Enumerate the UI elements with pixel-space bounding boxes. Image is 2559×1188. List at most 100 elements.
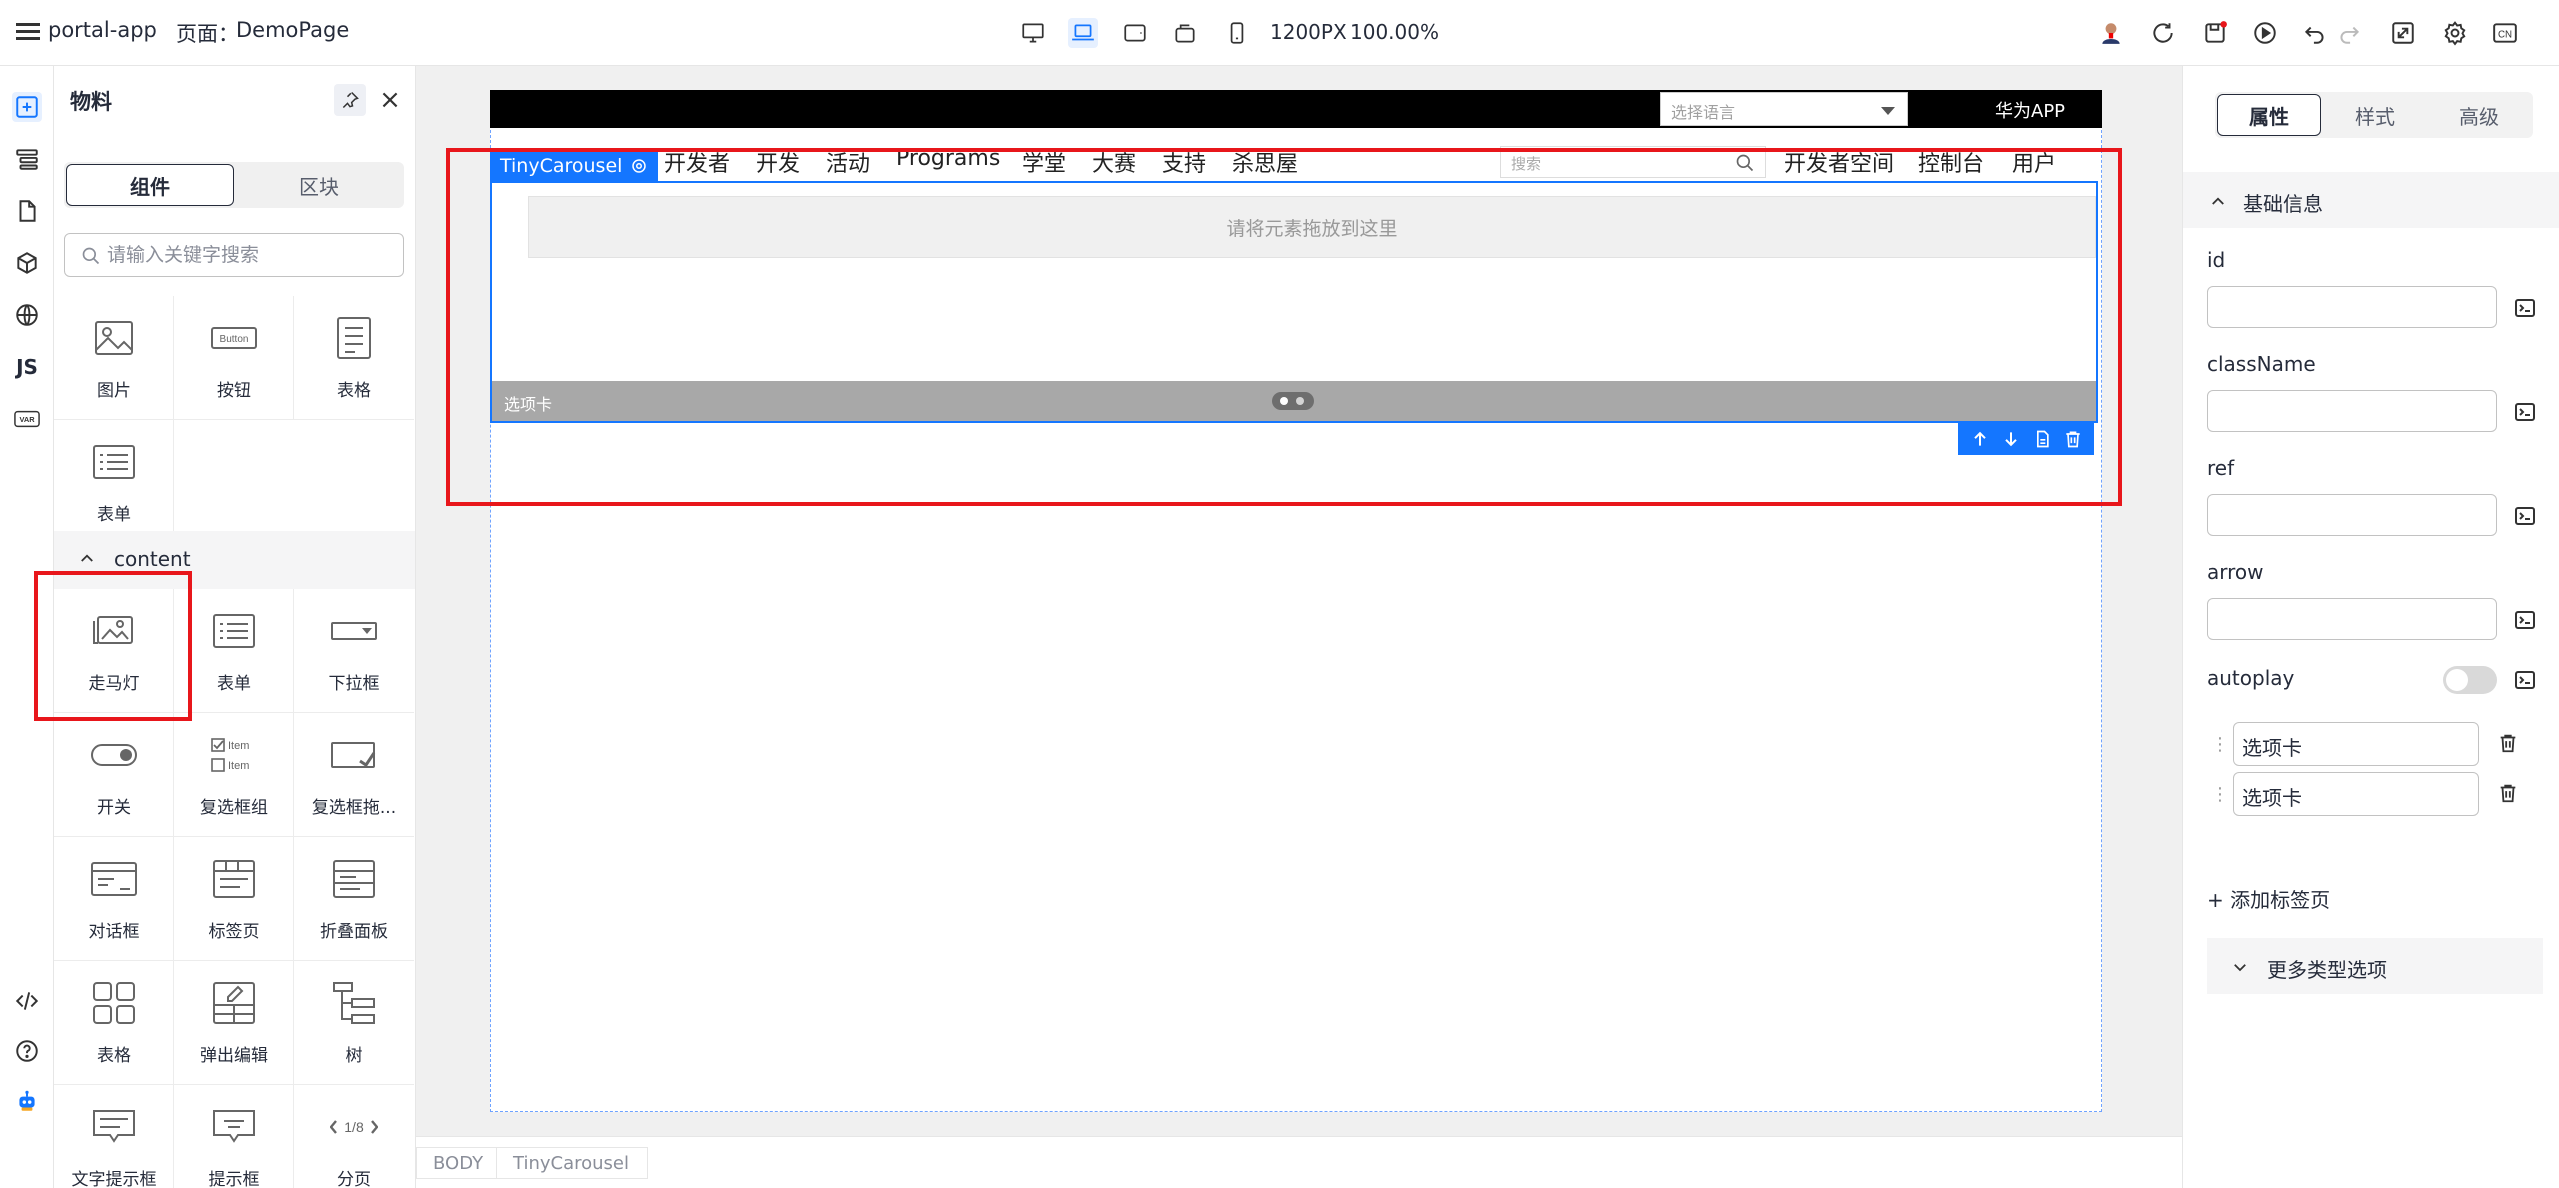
tab-item-input[interactable]: 选项卡 bbox=[2233, 722, 2479, 766]
more-options-section[interactable]: 更多类型选项 bbox=[2207, 938, 2543, 994]
checkbox-group-icon: Item Item bbox=[210, 731, 258, 779]
page-file-icon[interactable] bbox=[12, 196, 42, 226]
tablet-rotate-icon[interactable] bbox=[1170, 18, 1200, 48]
bind-variable-icon[interactable] bbox=[2513, 504, 2537, 528]
add-tab-button[interactable]: + 添加标签页 bbox=[2207, 884, 2330, 913]
tab-advanced[interactable]: 高级 bbox=[2427, 94, 2531, 136]
svg-text:VAR: VAR bbox=[19, 415, 35, 424]
tab-properties[interactable]: 属性 bbox=[2217, 94, 2321, 136]
top-toolbar: portal-app 页面： DemoPage 1200PX 100.00% C… bbox=[0, 0, 2559, 66]
undo-icon[interactable] bbox=[2300, 18, 2330, 48]
checkbox-icon-text: Item bbox=[228, 760, 249, 772]
popup-edit-icon bbox=[210, 979, 258, 1027]
bind-variable-icon[interactable] bbox=[2513, 668, 2537, 692]
desktop-view-icon[interactable] bbox=[1018, 18, 1048, 48]
menu-icon[interactable] bbox=[16, 20, 40, 44]
chevron-up-icon bbox=[81, 554, 93, 562]
preview-play-icon[interactable] bbox=[2250, 18, 2280, 48]
add-component-icon[interactable] bbox=[12, 92, 42, 122]
field-label-ref: ref bbox=[2207, 456, 2235, 480]
component-label: 标签页 bbox=[208, 922, 260, 942]
block-cube-icon[interactable] bbox=[12, 248, 42, 278]
component-checkbox-drag[interactable]: 复选框拖... bbox=[294, 713, 414, 837]
save-icon[interactable] bbox=[2200, 18, 2230, 48]
robot-ai-icon[interactable] bbox=[12, 1086, 42, 1116]
section-basic-info[interactable]: 基础信息 bbox=[2183, 172, 2559, 228]
component-button[interactable]: Button 按钮 bbox=[174, 296, 294, 420]
page-name[interactable]: DemoPage bbox=[236, 18, 349, 42]
redo-icon[interactable] bbox=[2334, 18, 2364, 48]
language-toggle-icon[interactable]: CN bbox=[2490, 18, 2520, 48]
chevron-up-icon bbox=[2212, 197, 2224, 205]
field-label-arrow: arrow bbox=[2207, 560, 2264, 584]
code-icon[interactable] bbox=[12, 986, 42, 1016]
dropdown-icon bbox=[330, 607, 378, 655]
component-popeditor[interactable]: 弹出编辑 bbox=[174, 961, 294, 1085]
tab-blocks[interactable]: 区块 bbox=[236, 164, 402, 206]
checkbox-icon-text: Item bbox=[228, 740, 249, 752]
js-script-icon[interactable]: JS bbox=[12, 352, 42, 382]
canvas-width[interactable]: 1200PX bbox=[1270, 20, 1347, 44]
search-input[interactable] bbox=[107, 240, 397, 272]
language-code: CN bbox=[2498, 29, 2512, 40]
autoplay-toggle[interactable] bbox=[2443, 666, 2497, 694]
component-grid[interactable]: 表格 bbox=[54, 961, 174, 1085]
tab-styles[interactable]: 样式 bbox=[2323, 94, 2427, 136]
avatar[interactable] bbox=[2096, 18, 2126, 48]
outline-tree-icon[interactable] bbox=[12, 144, 42, 174]
tab-components[interactable]: 组件 bbox=[66, 164, 234, 206]
delete-icon[interactable] bbox=[2497, 732, 2519, 754]
zoom-level[interactable]: 100.00% bbox=[1350, 20, 1439, 44]
component-pager[interactable]: 1/8 分页 bbox=[294, 1085, 414, 1188]
dialog-icon bbox=[90, 855, 138, 903]
component-label: 表单 bbox=[217, 674, 251, 694]
pin-icon[interactable] bbox=[334, 84, 366, 116]
breadcrumb-item[interactable]: TinyCarousel bbox=[496, 1147, 648, 1179]
help-icon[interactable] bbox=[12, 1036, 42, 1066]
id-input[interactable] bbox=[2207, 286, 2497, 328]
tree-icon bbox=[330, 979, 378, 1027]
fullscreen-icon[interactable] bbox=[2388, 18, 2418, 48]
component-tree[interactable]: 树 bbox=[294, 961, 414, 1085]
component-label: 复选框组 bbox=[200, 798, 268, 818]
switch-icon bbox=[90, 731, 138, 779]
component-form[interactable]: 表单 bbox=[54, 420, 174, 544]
image-icon bbox=[90, 314, 138, 362]
component-collapse[interactable]: 折叠面板 bbox=[294, 837, 414, 961]
globe-i18n-icon[interactable] bbox=[12, 300, 42, 330]
bind-variable-icon[interactable] bbox=[2513, 400, 2537, 424]
tab-item-input[interactable]: 选项卡 bbox=[2233, 772, 2479, 816]
brand-link[interactable]: 华为APP bbox=[1995, 97, 2065, 123]
language-select[interactable]: 选择语言 bbox=[1660, 92, 1908, 126]
close-icon[interactable]: × bbox=[374, 84, 406, 116]
laptop-view-icon[interactable] bbox=[1068, 18, 1098, 48]
drag-handle-icon[interactable]: ⋮ bbox=[2211, 784, 2229, 805]
arrow-input[interactable] bbox=[2207, 598, 2497, 640]
mobile-view-icon[interactable] bbox=[1222, 18, 1252, 48]
panel-title: 物料 bbox=[70, 90, 112, 114]
component-label: 复选框拖... bbox=[311, 798, 397, 818]
component-table[interactable]: 表格 bbox=[294, 296, 414, 420]
variable-icon[interactable]: VAR bbox=[12, 404, 42, 434]
page-label: 页面： bbox=[176, 22, 239, 46]
classname-input[interactable] bbox=[2207, 390, 2497, 432]
component-tabs[interactable]: 标签页 bbox=[174, 837, 294, 961]
bind-variable-icon[interactable] bbox=[2513, 296, 2537, 320]
drag-handle-icon[interactable]: ⋮ bbox=[2211, 734, 2229, 755]
more-options-label: 更多类型选项 bbox=[2267, 958, 2387, 982]
component-switch[interactable]: 开关 bbox=[54, 713, 174, 837]
component-image[interactable]: 图片 bbox=[54, 296, 174, 420]
bind-variable-icon[interactable] bbox=[2513, 608, 2537, 632]
breadcrumb-item[interactable]: BODY bbox=[416, 1147, 503, 1179]
component-popover[interactable]: 提示框 bbox=[174, 1085, 294, 1188]
component-tooltip[interactable]: 文字提示框 bbox=[54, 1085, 174, 1188]
component-select[interactable]: 下拉框 bbox=[294, 589, 414, 713]
settings-gear-icon[interactable] bbox=[2440, 18, 2470, 48]
component-checkbox-group[interactable]: Item Item 复选框组 bbox=[174, 713, 294, 837]
tablet-landscape-icon[interactable] bbox=[1120, 18, 1150, 48]
component-dialog[interactable]: 对话框 bbox=[54, 837, 174, 961]
delete-icon[interactable] bbox=[2497, 782, 2519, 804]
ref-input[interactable] bbox=[2207, 494, 2497, 536]
refresh-icon[interactable] bbox=[2148, 18, 2178, 48]
component-form[interactable]: 表单 bbox=[174, 589, 294, 713]
